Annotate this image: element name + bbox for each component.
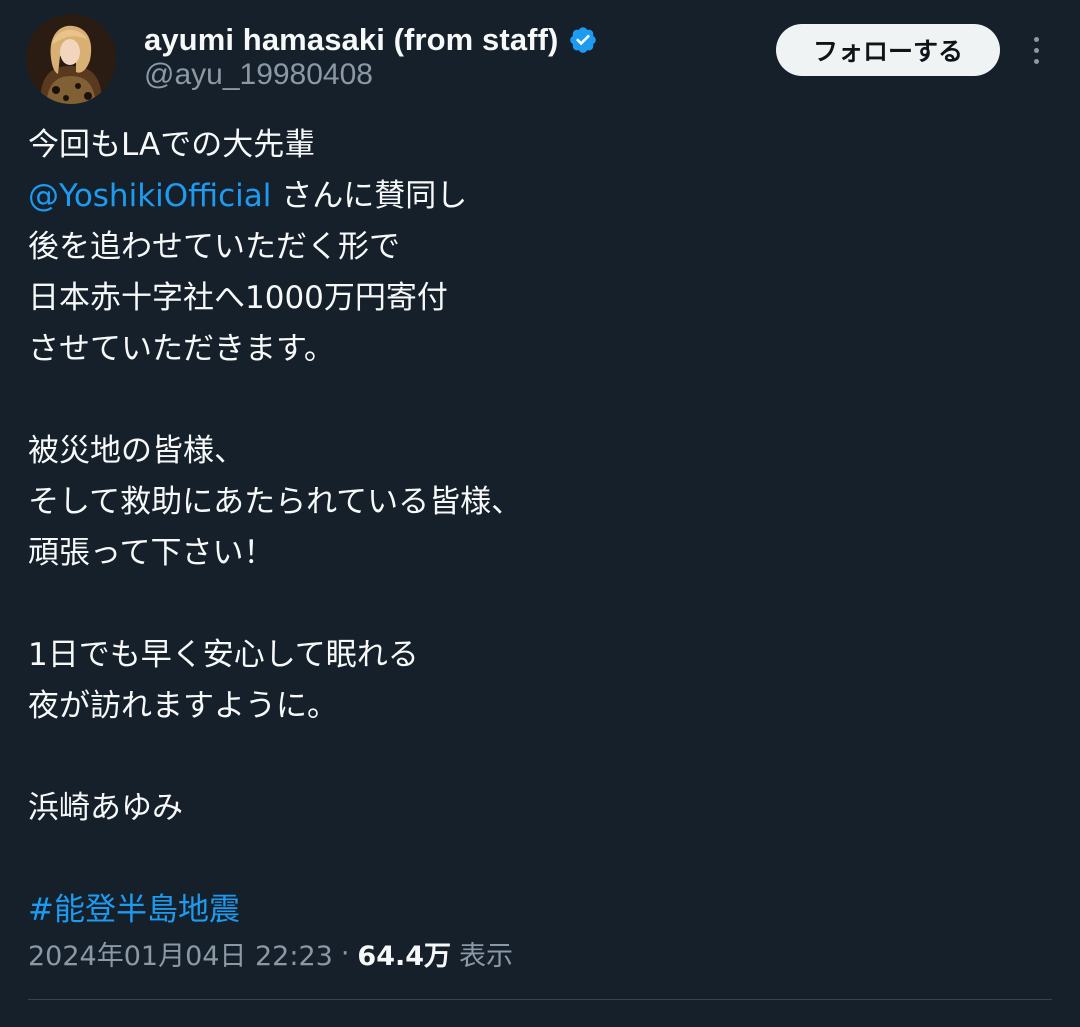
name-row: ayumi hamasaki (from staff) <box>144 18 598 62</box>
tweet-line: @YoshikiOfficial さんに賛同し <box>28 171 1058 222</box>
signature: 浜崎あゆみ <box>28 790 183 826</box>
tweet-text: 今回もLAでの大先輩 @YoshikiOfficial さんに賛同し 後を追わせ… <box>28 120 1058 936</box>
more-vertical-icon[interactable] <box>1022 30 1050 70</box>
tweet-line: させていただきます。 <box>28 331 335 367</box>
tweet-card: ayumi hamasaki (from staff) @ayu_1998040… <box>0 0 1080 1027</box>
views-label: 表示 <box>459 940 514 972</box>
tweet-line: そして救助にあたられている皆様、 <box>28 484 523 520</box>
user-handle[interactable]: @ayu_19980408 <box>144 58 373 92</box>
tweet-line: 頑張って下さい！ <box>28 535 275 571</box>
tweet-line: #能登半島地震 <box>28 885 1058 936</box>
views-count[interactable]: 64.4万 <box>357 934 451 973</box>
tweet-line: 後を追わせていただく形で <box>28 229 400 265</box>
avatar-image <box>26 14 116 104</box>
tweet-line-text: さんに賛同し <box>271 178 468 214</box>
display-name[interactable]: ayumi hamasaki (from staff) <box>144 22 558 58</box>
mention-link[interactable]: @YoshikiOfficial <box>28 178 271 214</box>
hashtag-link[interactable]: #能登半島地震 <box>28 892 240 928</box>
tweet-line: 1日でも早く安心して眠れる <box>28 637 419 673</box>
follow-button[interactable]: フォローする <box>776 24 1000 76</box>
more-dot <box>1033 36 1039 42</box>
verified-badge-icon <box>568 25 598 55</box>
meta-separator: · <box>340 937 350 969</box>
divider <box>28 999 1052 1000</box>
tweet-line: 今回もLAでの大先輩 <box>28 127 316 163</box>
tweet-line: 被災地の皆様、 <box>28 433 245 469</box>
more-dot <box>1033 47 1039 53</box>
timestamp[interactable]: 2024年01月04日 22:23 <box>28 934 333 973</box>
more-dot <box>1033 58 1039 64</box>
avatar[interactable] <box>26 14 116 104</box>
tweet-line: 夜が訪れますように。 <box>28 688 338 724</box>
tweet-meta: 2024年01月04日 22:23 · 64.4万 表示 <box>28 930 513 976</box>
tweet-line: 日本赤十字社へ1000万円寄付 <box>28 280 448 316</box>
